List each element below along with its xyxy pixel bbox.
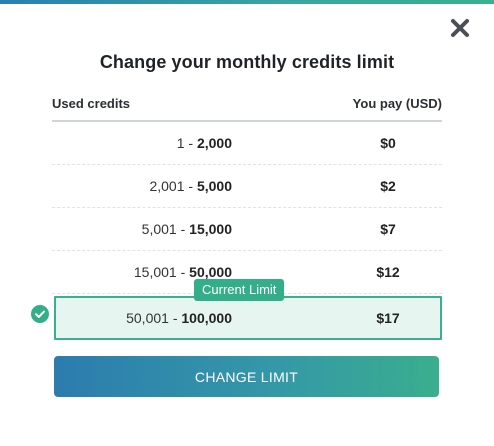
table-header: Used credits You pay (USD)	[52, 96, 442, 122]
credits-range: 15,001 - 50,000	[133, 264, 232, 280]
table-row[interactable]: 2,001 - 5,000 $2	[52, 165, 442, 208]
change-limit-button[interactable]: CHANGE LIMIT	[54, 356, 439, 397]
table-row-current[interactable]: 50,001 - 100,000 $17	[54, 296, 442, 340]
price: $12	[376, 264, 400, 280]
table-row[interactable]: 5,001 - 15,000 $7	[52, 208, 442, 251]
header-you-pay: You pay (USD)	[352, 96, 442, 111]
credits-range: 5,001 - 15,000	[141, 221, 232, 237]
price: $17	[376, 310, 400, 326]
close-icon[interactable]	[448, 16, 472, 40]
credits-range: 1 - 2,000	[176, 135, 232, 151]
header-used-credits: Used credits	[52, 96, 131, 111]
credits-range: 2,001 - 5,000	[149, 178, 232, 194]
price: $7	[380, 221, 396, 237]
check-circle-icon	[31, 305, 49, 323]
credits-range: 50,001 - 100,000	[126, 310, 232, 326]
price: $0	[380, 135, 396, 151]
top-accent-bar	[0, 0, 494, 4]
price: $2	[380, 178, 396, 194]
credits-table: Used credits You pay (USD) 1 - 2,000 $0 …	[52, 96, 442, 340]
table-row[interactable]: 1 - 2,000 $0	[52, 122, 442, 165]
current-limit-badge: Current Limit	[194, 279, 285, 301]
dialog-title: Change your monthly credits limit	[99, 52, 395, 72]
